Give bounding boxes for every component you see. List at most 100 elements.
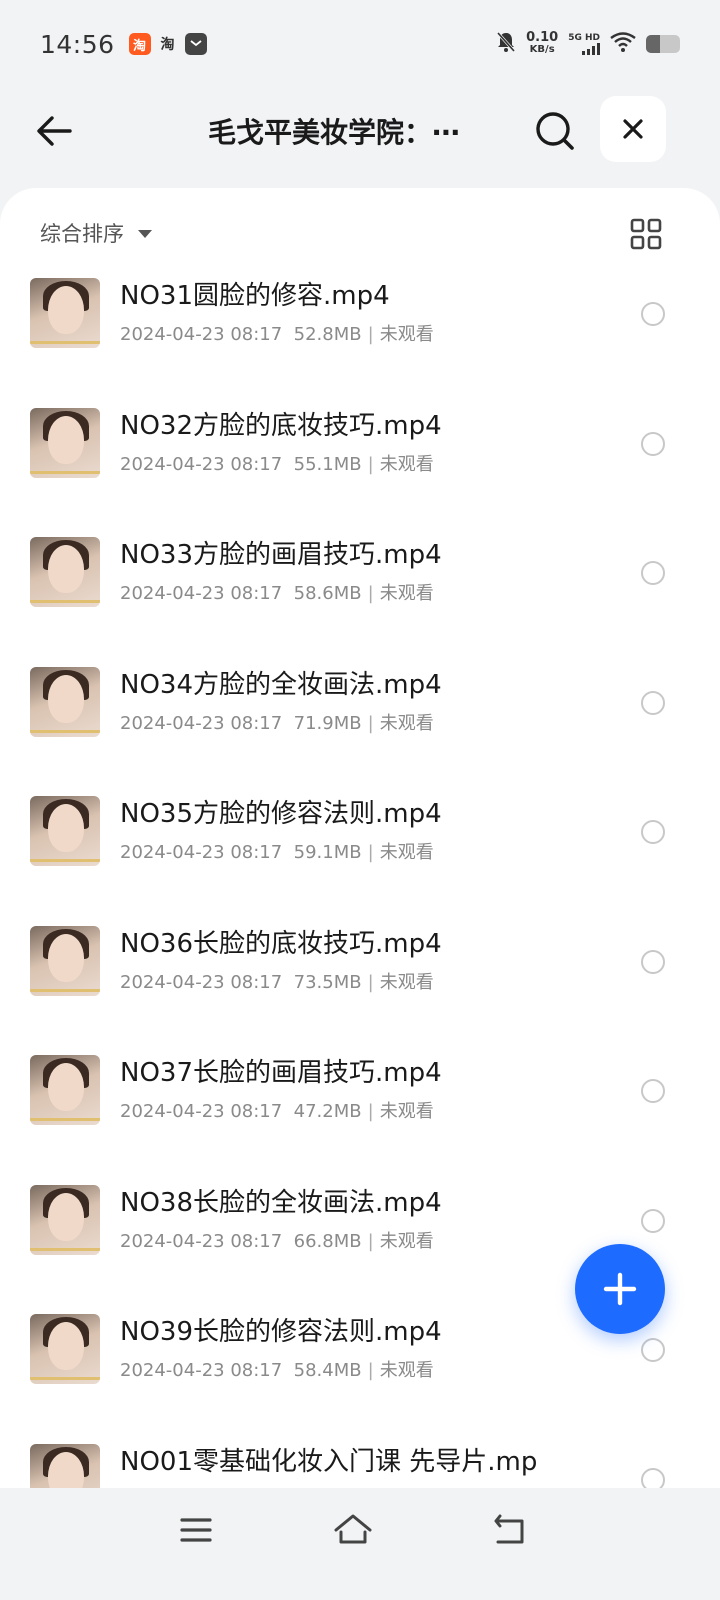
back-nav-icon (494, 1514, 524, 1544)
file-row[interactable]: NO35方脸的修容法则.mp4 2024-04-23 08:17 59.1MB |… (0, 796, 720, 926)
select-radio[interactable] (641, 1338, 665, 1362)
wifi-icon (610, 32, 636, 56)
system-nav-bar (0, 1488, 720, 1600)
back-button[interactable] (32, 109, 76, 153)
file-name: NO39长脸的修容法则.mp4 (120, 1317, 442, 1347)
video-thumbnail (30, 278, 100, 348)
file-date: 2024-04-23 08:17 (120, 1360, 283, 1381)
notification-icons: 淘 淘 (128, 33, 207, 55)
file-size: 59.1MB (293, 842, 362, 863)
video-thumbnail (30, 407, 100, 478)
menu-icon (180, 1518, 212, 1542)
nav-menu-button[interactable] (176, 1510, 220, 1554)
file-size: 58.4MB (293, 1360, 362, 1381)
sort-label: 综合排序 (40, 222, 124, 246)
file-date: 2024-04-23 08:17 (120, 842, 283, 863)
watch-status: 未观看 (379, 583, 434, 604)
message-app-icon (184, 33, 207, 55)
file-name: NO36长脸的底妆技巧.mp4 (120, 928, 442, 959)
select-radio[interactable] (641, 561, 665, 585)
file-size: 71.9MB (293, 712, 362, 734)
network-speed-value: 0.10 (526, 30, 559, 45)
select-radio[interactable] (641, 690, 665, 715)
mute-bell-icon (496, 31, 516, 57)
signal-tag: 5G HD (568, 33, 600, 43)
video-thumbnail (30, 537, 100, 607)
status-bar: 14:56 淘 淘 0.10 KB/s 5G HD (0, 0, 720, 88)
video-thumbnail (30, 796, 100, 866)
file-row[interactable]: NO01零基础化妆入门课 先导片.mp (0, 1443, 720, 1488)
file-size: 47.2MB (293, 1101, 362, 1122)
search-button[interactable] (533, 109, 577, 153)
video-thumbnail (30, 1055, 100, 1125)
select-radio[interactable] (641, 1208, 665, 1233)
grid-view-icon (630, 218, 662, 250)
select-radio[interactable] (641, 949, 665, 974)
add-button[interactable] (575, 1244, 665, 1334)
file-name: NO32方脸的底妆技巧.mp4 (120, 410, 442, 441)
watch-status: 未观看 (379, 1230, 434, 1252)
nav-home-button[interactable] (332, 1510, 376, 1554)
watch-status: 未观看 (379, 842, 434, 863)
arrow-left-icon (37, 116, 72, 146)
select-radio[interactable] (641, 1079, 665, 1103)
file-date: 2024-04-23 08:17 (120, 583, 283, 604)
watch-status: 未观看 (379, 971, 434, 993)
file-name: NO31圆脸的修容.mp4 (120, 281, 390, 311)
file-row[interactable]: NO34方脸的全妆画法.mp4 2024-04-23 08:17 71.9MB |… (0, 666, 720, 797)
taobao-app-icon: 淘 (128, 33, 151, 55)
nav-back-button[interactable] (490, 1510, 534, 1554)
file-meta: 2024-04-23 08:17 58.6MB | 未观看 (120, 583, 434, 604)
home-icon (334, 1514, 372, 1544)
watch-status: 未观看 (379, 1360, 434, 1381)
status-time: 14:56 (40, 29, 115, 59)
taobao-text-icon: 淘 (160, 37, 175, 53)
file-meta: 2024-04-23 08:17 58.4MB | 未观看 (120, 1360, 434, 1381)
file-row[interactable]: NO37长脸的画眉技巧.mp4 2024-04-23 08:17 47.2MB |… (0, 1055, 720, 1185)
select-radio[interactable] (641, 820, 665, 844)
file-row[interactable]: NO33方脸的画眉技巧.mp4 2024-04-23 08:17 58.6MB |… (0, 537, 720, 667)
file-name: NO35方脸的修容法则.mp4 (120, 799, 442, 829)
file-meta: 2024-04-23 08:17 71.9MB | 未观看 (120, 712, 434, 734)
file-name: NO38长脸的全妆画法.mp4 (120, 1187, 442, 1218)
network-speed-unit: KB/s (529, 44, 555, 55)
file-size: 58.6MB (293, 583, 362, 604)
watch-status: 未观看 (379, 324, 434, 345)
file-name: NO34方脸的全妆画法.mp4 (120, 669, 442, 700)
file-date: 2024-04-23 08:17 (120, 1230, 283, 1252)
file-date: 2024-04-23 08:17 (120, 971, 283, 993)
page-title: 毛戈平美妆学院：⋯ (208, 116, 461, 149)
plus-icon (603, 1272, 637, 1306)
video-thumbnail (30, 1184, 100, 1255)
close-button[interactable] (600, 96, 666, 162)
file-size: 55.1MB (293, 453, 362, 475)
select-radio[interactable] (641, 302, 665, 326)
file-date: 2024-04-23 08:17 (120, 324, 283, 345)
file-meta: 2024-04-23 08:17 52.8MB | 未观看 (120, 324, 434, 345)
grid-view-toggle[interactable] (630, 218, 662, 250)
caret-down-icon (138, 230, 152, 238)
file-name: NO01零基础化妆入门课 先导片.mp (120, 1446, 538, 1477)
watch-status: 未观看 (379, 712, 434, 734)
status-right-icons: 0.10 KB/s 5G HD (496, 31, 680, 57)
file-meta: 2024-04-23 08:17 73.5MB | 未观看 (120, 971, 434, 993)
file-row[interactable]: NO32方脸的底妆技巧.mp4 2024-04-23 08:17 55.1MB |… (0, 407, 720, 538)
file-row[interactable]: NO36长脸的底妆技巧.mp4 2024-04-23 08:17 73.5MB |… (0, 925, 720, 1056)
search-icon (536, 112, 574, 150)
select-radio[interactable] (641, 431, 665, 456)
sort-dropdown[interactable]: 综合排序 (40, 218, 152, 248)
file-meta: 2024-04-23 08:17 55.1MB | 未观看 (120, 453, 434, 475)
battery-fill (646, 35, 660, 53)
select-radio[interactable] (641, 1467, 665, 1488)
file-date: 2024-04-23 08:17 (120, 712, 283, 734)
file-row[interactable]: NO31圆脸的修容.mp4 2024-04-23 08:17 52.8MB | 未观… (0, 278, 720, 408)
file-size: 66.8MB (293, 1230, 362, 1252)
file-date: 2024-04-23 08:17 (120, 1101, 283, 1122)
video-thumbnail (30, 925, 100, 996)
file-size: 73.5MB (293, 971, 362, 993)
watch-status: 未观看 (379, 453, 434, 475)
video-thumbnail (30, 1443, 100, 1488)
battery-icon (646, 35, 680, 53)
cellular-signal-icon: 5G HD (568, 33, 600, 55)
watch-status: 未观看 (379, 1101, 434, 1122)
